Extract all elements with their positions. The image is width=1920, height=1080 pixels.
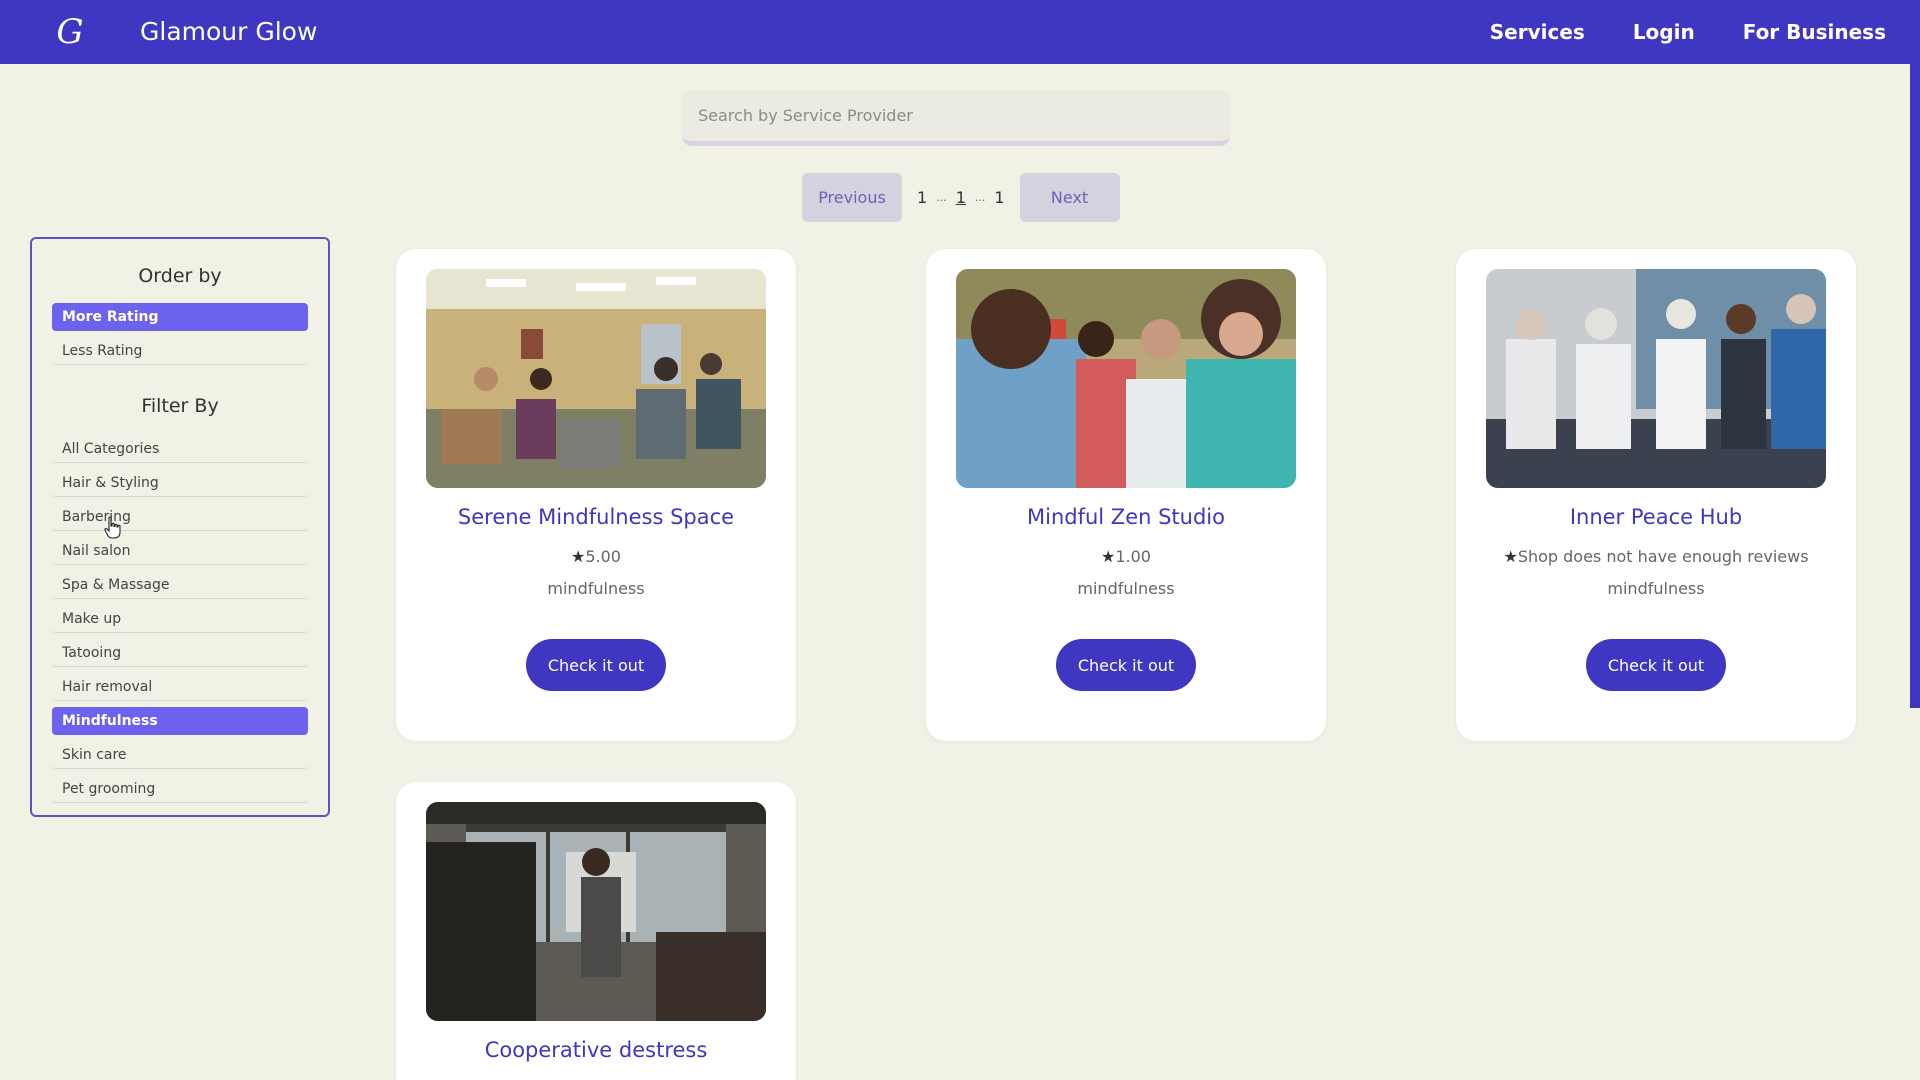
filter-mindfulness[interactable]: Mindfulness [52,707,308,735]
logo-icon[interactable]: G [50,12,90,52]
scrollbar-thumb[interactable] [1910,0,1920,708]
provider-name[interactable]: Cooperative destress [396,1038,796,1062]
filter-hair-styling[interactable]: Hair & Styling [52,469,308,497]
filter-nail-salon[interactable]: Nail salon [52,537,308,565]
brand-name[interactable]: Glamour Glow [140,16,317,48]
check-it-out-button[interactable]: Check it out [1056,639,1196,691]
filter-spa-massage[interactable]: Spa & Massage [52,571,308,599]
order-by-heading: Order by [138,265,222,287]
filter-sidebar: Order by More Rating Less Rating Filter … [30,237,330,817]
nav-login-link[interactable]: Login [1633,18,1695,46]
provider-image [956,269,1296,488]
page-last-link[interactable]: 1 [987,188,1011,207]
filter-tatooing[interactable]: Tatooing [52,639,308,667]
star-icon: ★ [1101,547,1116,566]
provider-category: mindfulness [1607,579,1705,598]
provider-name[interactable]: Mindful Zen Studio [926,505,1326,529]
nav-for-business-link[interactable]: For Business [1743,18,1886,46]
provider-image [426,269,766,488]
filter-barbering[interactable]: Barbering [52,503,308,531]
rating-value: Shop does not have enough reviews [1517,547,1809,566]
page-scrollbar[interactable] [1910,0,1920,1080]
rating-value: 1.00 [1115,547,1151,566]
provider-card: Serene Mindfulness Space ★5.00 mindfulne… [396,249,796,741]
hand-pointer-cursor-icon [104,516,121,539]
star-icon: ★ [1503,547,1518,566]
provider-category: mindfulness [1077,579,1175,598]
filter-pet-grooming[interactable]: Pet grooming [52,775,308,803]
provider-image [1486,269,1826,488]
search-input[interactable] [682,90,1230,146]
filter-make-up[interactable]: Make up [52,605,308,633]
filter-skin-care[interactable]: Skin care [52,741,308,769]
provider-card: Mindful Zen Studio ★1.00 mindfulness Che… [926,249,1326,741]
nav-links: Services Login For Business [1490,18,1886,46]
provider-rating: ★5.00 [396,547,796,566]
check-it-out-button[interactable]: Check it out [1586,639,1726,691]
pagination-ellipsis: ... [974,191,986,204]
provider-rating: ★Shop does not have enough reviews [1456,547,1856,566]
previous-page-button[interactable]: Previous [802,173,902,222]
order-less-rating[interactable]: Less Rating [52,337,308,365]
pagination: Previous 1 ... 1 ... 1 Next [802,173,1120,222]
provider-category: mindfulness [547,579,645,598]
page-first-link[interactable]: 1 [910,188,934,207]
provider-card: Cooperative destress [396,782,796,1080]
check-it-out-button[interactable]: Check it out [526,639,666,691]
filter-all-categories[interactable]: All Categories [52,435,308,463]
rating-value: 5.00 [585,547,621,566]
provider-name[interactable]: Inner Peace Hub [1456,505,1856,529]
filter-by-heading: Filter By [141,395,219,417]
filter-hair-removal[interactable]: Hair removal [52,673,308,701]
order-more-rating[interactable]: More Rating [52,303,308,331]
pagination-ellipsis: ... [936,191,947,204]
next-page-button[interactable]: Next [1019,173,1120,222]
page-current-link[interactable]: 1 [949,188,973,207]
provider-card: Inner Peace Hub ★Shop does not have enou… [1456,249,1856,741]
star-icon: ★ [571,547,586,566]
provider-image [426,802,766,1021]
top-navbar: G Glamour Glow Services Login For Busine… [0,0,1910,64]
provider-name[interactable]: Serene Mindfulness Space [396,505,796,529]
provider-rating: ★1.00 [926,547,1326,566]
nav-services-link[interactable]: Services [1490,18,1585,46]
